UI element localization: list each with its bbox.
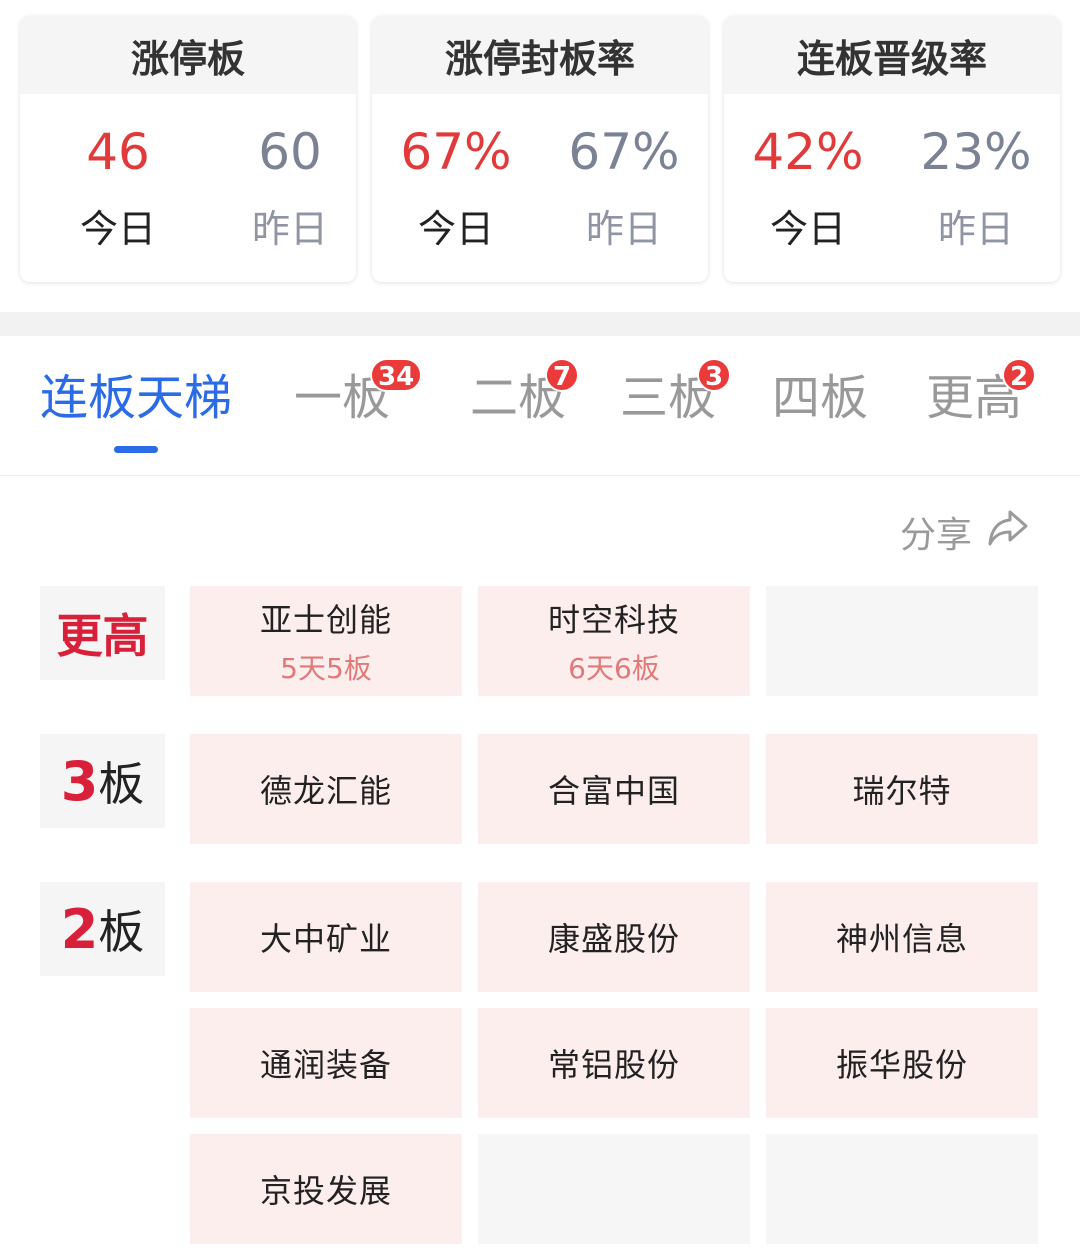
- stock-cell[interactable]: 康盛股份: [478, 882, 750, 992]
- today-label: 今日: [79, 207, 156, 251]
- level-3-unit: 板: [98, 757, 145, 811]
- tabs-divider: [0, 475, 1080, 476]
- empty-cell: [478, 1134, 750, 1244]
- card-title: 涨停封板率: [372, 16, 708, 94]
- stock-cell[interactable]: 京投发展: [190, 1134, 462, 1244]
- seal-rate-card[interactable]: 涨停封板率 67% 67% 今日 昨日: [372, 16, 708, 282]
- stock-cell[interactable]: 振华股份: [766, 1008, 1038, 1118]
- stock-name: 大中矿业: [259, 920, 392, 958]
- tab-board-4[interactable]: 四板: [772, 366, 868, 430]
- empty-cell: [766, 586, 1038, 696]
- today-value: 67%: [400, 123, 512, 181]
- yesterday-value: 60: [258, 123, 322, 181]
- stats-section: 涨停板 46 60 今日 昨日 涨停封板率 67% 67% 今日 昨日 连板晋级…: [0, 0, 1080, 312]
- stock-cell[interactable]: 常铝股份: [478, 1008, 750, 1118]
- empty-cell: [766, 1134, 1038, 1244]
- limit-up-card[interactable]: 涨停板 46 60 今日 昨日: [20, 16, 356, 282]
- stock-cell[interactable]: 时空科技 6天6板: [478, 586, 750, 696]
- stock-name: 德龙汇能: [259, 772, 392, 810]
- stock-cell[interactable]: 通润装备: [190, 1008, 462, 1118]
- share-label: 分享: [899, 515, 972, 556]
- stock-name: 合富中国: [547, 772, 680, 810]
- yesterday-label: 昨日: [937, 207, 1014, 251]
- level-2-label: 2板: [40, 882, 165, 976]
- stock-name: 康盛股份: [547, 920, 680, 958]
- level-3-label: 3板: [40, 734, 165, 828]
- level-2-unit: 板: [98, 905, 145, 959]
- promotion-rate-card[interactable]: 连板晋级率 42% 23% 今日 昨日: [724, 16, 1060, 282]
- stock-cell[interactable]: 合富中国: [478, 734, 750, 844]
- level-higher-label: 更高: [40, 586, 165, 680]
- today-label: 今日: [769, 207, 846, 251]
- today-label: 今日: [417, 207, 494, 251]
- share-arrow-icon: [986, 508, 1030, 557]
- share-button[interactable]: 分享: [900, 508, 1030, 556]
- yesterday-label: 昨日: [251, 207, 328, 251]
- stock-name: 瑞尔特: [852, 772, 952, 810]
- stock-cell[interactable]: 神州信息: [766, 882, 1038, 992]
- stock-cell[interactable]: 大中矿业: [190, 882, 462, 992]
- card-title: 涨停板: [20, 16, 356, 94]
- yesterday-value: 67%: [568, 123, 680, 181]
- stock-name: 振华股份: [835, 1046, 968, 1084]
- tab-higher-badge: 2: [1002, 358, 1037, 392]
- tab-board-1-badge: 34: [370, 358, 423, 392]
- card-title: 连板晋级率: [724, 16, 1060, 94]
- tab-ladder[interactable]: 连板天梯: [40, 366, 232, 430]
- stock-cell[interactable]: 亚士创能 5天5板: [190, 586, 462, 696]
- level-3-number: 3: [60, 749, 99, 813]
- stock-cell[interactable]: 瑞尔特: [766, 734, 1038, 844]
- stock-streak: 5天5板: [280, 652, 372, 685]
- stock-name: 京投发展: [259, 1172, 392, 1210]
- stock-streak: 6天6板: [568, 652, 660, 685]
- stock-name: 常铝股份: [547, 1046, 680, 1084]
- stock-name: 神州信息: [835, 920, 968, 958]
- stock-name: 亚士创能: [259, 601, 392, 639]
- stock-name: 时空科技: [547, 601, 680, 639]
- level-2-number: 2: [60, 897, 99, 961]
- level-higher-text: 更高: [56, 609, 149, 663]
- stock-cell[interactable]: 德龙汇能: [190, 734, 462, 844]
- active-tab-indicator: [114, 446, 158, 453]
- stock-name: 通润装备: [259, 1046, 392, 1084]
- today-value: 46: [86, 123, 150, 181]
- yesterday-label: 昨日: [585, 207, 662, 251]
- board-tabs: 连板天梯 一板 34 二板 7 三板 3 四板 更高 2: [0, 336, 1080, 476]
- today-value: 42%: [752, 123, 864, 181]
- yesterday-value: 23%: [920, 123, 1032, 181]
- tab-board-2-badge: 7: [545, 358, 580, 392]
- section-divider: [0, 312, 1080, 336]
- tab-board-3-badge: 3: [697, 358, 732, 392]
